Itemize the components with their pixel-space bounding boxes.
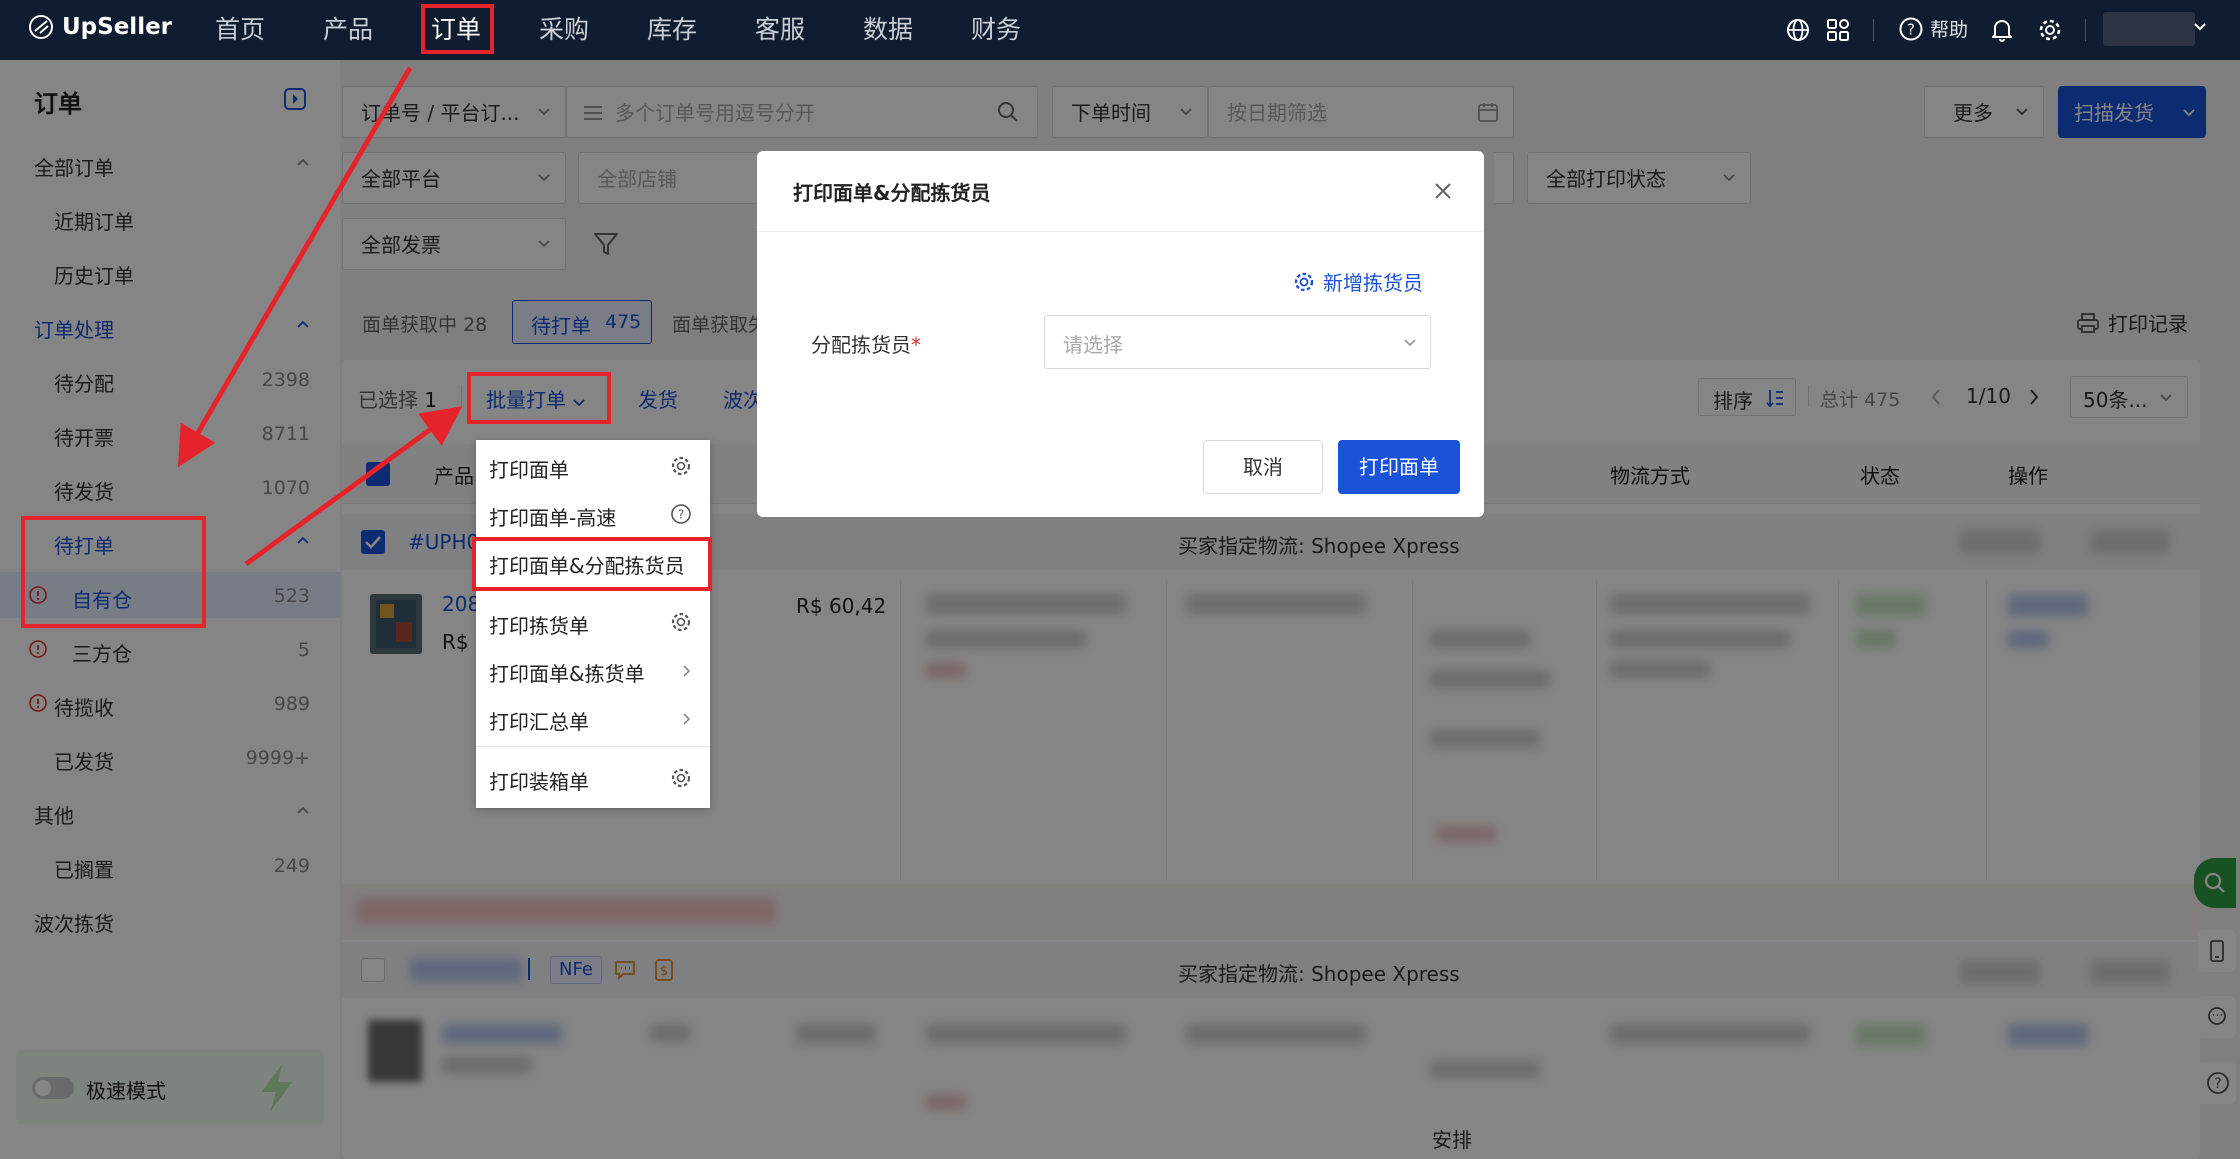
menu-item-print-label-fast[interactable]: 打印面单-高速? bbox=[476, 492, 710, 536]
chevron-down-icon bbox=[1404, 339, 1416, 347]
menu-item-print-picking-list[interactable]: 打印拣货单 bbox=[476, 600, 710, 644]
highlight-print-assign-picker bbox=[472, 537, 712, 591]
close-icon[interactable] bbox=[1433, 181, 1453, 201]
bell-icon[interactable] bbox=[1990, 17, 2014, 43]
field-label-text: 分配拣货员 bbox=[811, 333, 911, 357]
nav-data[interactable]: 数据 bbox=[863, 0, 913, 60]
upseller-logo-icon bbox=[29, 15, 53, 39]
menu-item-print-summary[interactable]: 打印汇总单 bbox=[476, 696, 710, 740]
settings-gear-icon[interactable] bbox=[2037, 17, 2063, 43]
required-asterisk: * bbox=[911, 333, 921, 357]
picker-field-label: 分配拣货员* bbox=[811, 329, 921, 358]
gear-icon bbox=[1294, 272, 1314, 291]
add-picker-link[interactable]: 新增拣货员 bbox=[1293, 267, 1423, 296]
divider bbox=[2085, 19, 2086, 41]
menu-item-label: 打印面单-高速 bbox=[489, 506, 617, 530]
gear-icon[interactable] bbox=[670, 455, 692, 477]
nav-inventory[interactable]: 库存 bbox=[647, 0, 697, 60]
svg-text:?: ? bbox=[1907, 20, 1915, 38]
dialog-divider bbox=[757, 231, 1484, 232]
divider bbox=[1873, 19, 1874, 41]
question-circle-icon[interactable]: ? bbox=[670, 503, 692, 525]
nav-home[interactable]: 首页 bbox=[215, 0, 265, 60]
menu-item-label: 打印面单 bbox=[489, 458, 569, 482]
picker-select[interactable]: 请选择 bbox=[1044, 315, 1431, 369]
top-nav-bar: UpSeller 首页 产品 订单 采购 库存 客服 数据 财务 ? 帮助 bbox=[0, 0, 2240, 60]
globe-icon[interactable] bbox=[1785, 17, 1811, 43]
upseller-logo[interactable]: UpSeller bbox=[28, 14, 172, 40]
svg-text:?: ? bbox=[678, 508, 684, 522]
menu-item-label: 打印装箱单 bbox=[489, 770, 589, 794]
menu-item-label: 打印面单&拣货单 bbox=[489, 662, 645, 686]
menu-divider bbox=[476, 746, 710, 747]
chevron-right-icon bbox=[682, 712, 692, 726]
help-link[interactable]: ? 帮助 bbox=[1898, 15, 1968, 42]
gear-icon[interactable] bbox=[670, 611, 692, 633]
nav-products[interactable]: 产品 bbox=[323, 0, 373, 60]
assign-picker-dialog: 打印面单&分配拣货员 新增拣货员 分配拣货员* 请选择 取消 打印面单 bbox=[757, 151, 1484, 517]
gear-icon[interactable] bbox=[670, 767, 692, 789]
print-label-confirm-button[interactable]: 打印面单 bbox=[1338, 440, 1460, 494]
highlight-batch-print bbox=[467, 372, 611, 424]
nav-customer-service[interactable]: 客服 bbox=[755, 0, 805, 60]
menu-item-print-label[interactable]: 打印面单 bbox=[476, 444, 710, 488]
logo-text: UpSeller bbox=[62, 14, 173, 40]
help-icon: ? bbox=[1899, 17, 1923, 40]
menu-item-print-packing-list[interactable]: 打印装箱单 bbox=[476, 756, 710, 800]
menu-item-print-label-and-picking[interactable]: 打印面单&拣货单 bbox=[476, 648, 710, 692]
cancel-button[interactable]: 取消 bbox=[1203, 440, 1323, 494]
chevron-right-icon bbox=[682, 664, 692, 678]
nav-finance[interactable]: 财务 bbox=[971, 0, 1021, 60]
menu-item-label: 打印汇总单 bbox=[489, 710, 589, 734]
add-picker-label: 新增拣货员 bbox=[1323, 271, 1423, 295]
chevron-down-icon[interactable] bbox=[2193, 22, 2207, 32]
dialog-title: 打印面单&分配拣货员 bbox=[793, 181, 991, 205]
help-label: 帮助 bbox=[1930, 19, 1969, 41]
user-avatar-blurred[interactable] bbox=[2103, 12, 2195, 46]
highlight-own-warehouse bbox=[21, 516, 206, 628]
select-placeholder: 请选择 bbox=[1063, 333, 1123, 357]
batch-print-menu: 打印面单 打印面单-高速? 打印面单&分配拣货员 打印拣货单 打印面单&拣货单 … bbox=[476, 440, 710, 808]
apps-grid-icon[interactable] bbox=[1825, 17, 1851, 43]
highlight-nav-orders bbox=[421, 4, 494, 54]
nav-purchase[interactable]: 采购 bbox=[539, 0, 589, 60]
menu-item-label: 打印拣货单 bbox=[489, 614, 589, 638]
